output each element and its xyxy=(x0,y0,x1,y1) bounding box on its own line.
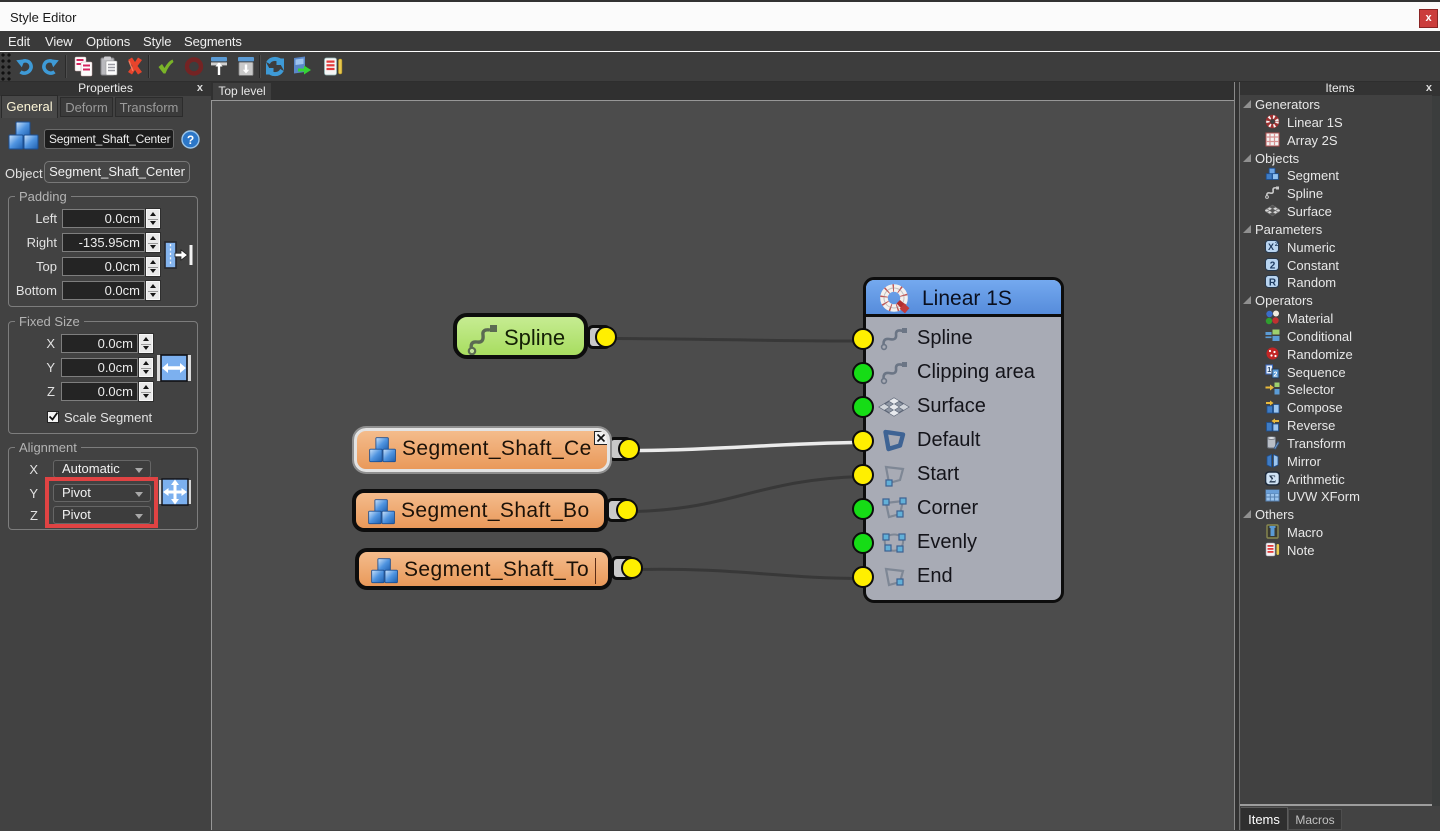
svg-text:1: 1 xyxy=(1267,367,1271,374)
svg-text:R: R xyxy=(1269,278,1277,289)
svg-text:Σ: Σ xyxy=(1269,474,1276,486)
svg-text:2: 2 xyxy=(1274,372,1278,379)
svg-text:2: 2 xyxy=(1270,261,1276,272)
svg-text:?: ? xyxy=(187,133,194,147)
svg-text:X: X xyxy=(1268,242,1274,252)
